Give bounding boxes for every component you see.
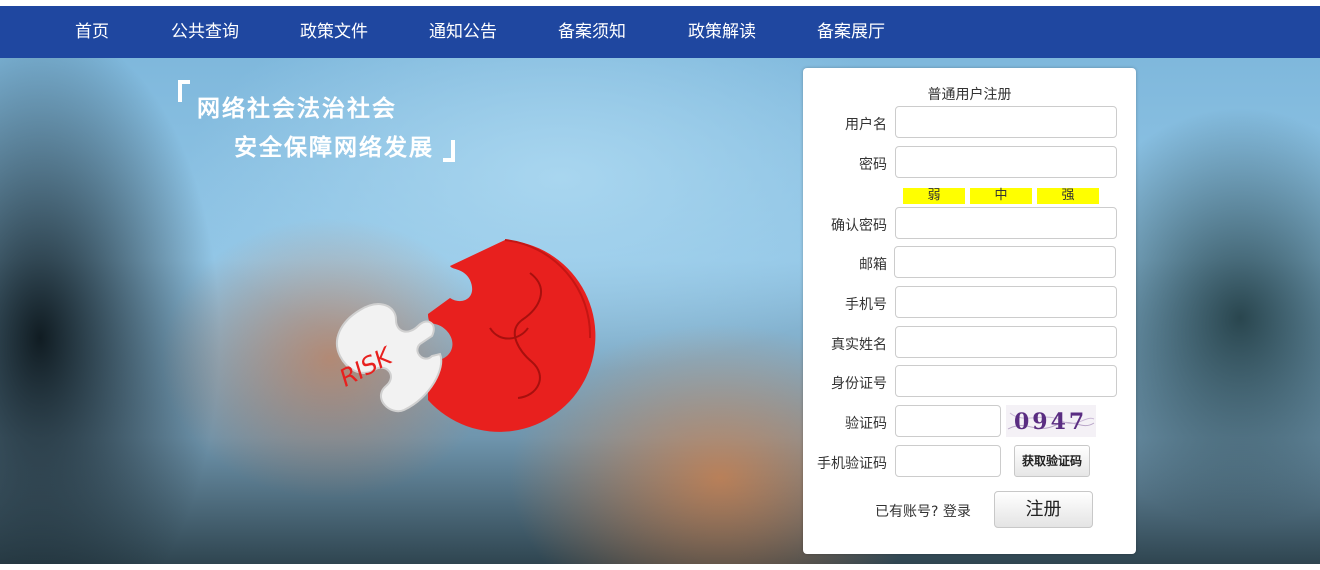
bottom-strip bbox=[0, 564, 1320, 570]
nav-item-filing-guide[interactable]: 备案须知 bbox=[558, 6, 626, 58]
id-number-label: 身份证号 bbox=[831, 376, 887, 392]
risk-puzzle-illustration: RISK bbox=[335, 239, 596, 432]
username-input[interactable] bbox=[895, 106, 1117, 138]
real-name-input[interactable] bbox=[895, 326, 1117, 358]
email-label: 邮箱 bbox=[859, 257, 887, 273]
slogan-open-bracket bbox=[178, 80, 190, 102]
phone-input[interactable] bbox=[895, 286, 1117, 318]
captcha-text: 0947 bbox=[1014, 409, 1087, 435]
real-name-label: 真实姓名 bbox=[831, 337, 887, 353]
main-nav: 首页 公共查询 政策文件 通知公告 备案须知 政策解读 备案展厅 bbox=[0, 6, 1320, 58]
puzzle-red-piece bbox=[428, 240, 596, 432]
slogan-line-2: 安全保障网络发展 bbox=[234, 135, 434, 161]
strength-strong: 强 bbox=[1037, 188, 1099, 204]
sms-code-input[interactable] bbox=[895, 445, 1001, 477]
confirm-password-input[interactable] bbox=[895, 207, 1117, 239]
captcha-image[interactable]: 0947 bbox=[1006, 405, 1096, 437]
nav-item-filing-hall[interactable]: 备案展厅 bbox=[817, 6, 885, 58]
nav-item-home[interactable]: 首页 bbox=[75, 6, 109, 58]
nav-item-notices[interactable]: 通知公告 bbox=[429, 6, 497, 58]
get-sms-code-button[interactable]: 获取验证码 bbox=[1014, 445, 1090, 477]
sms-code-label: 手机验证码 bbox=[817, 456, 887, 472]
password-input[interactable] bbox=[895, 146, 1117, 178]
strength-medium: 中 bbox=[970, 188, 1032, 204]
slogan-line-1: 网络社会法治社会 bbox=[197, 96, 397, 122]
captcha-input[interactable] bbox=[895, 405, 1001, 437]
username-label: 用户名 bbox=[845, 117, 887, 133]
email-input[interactable] bbox=[894, 246, 1116, 278]
nav-item-policy-documents[interactable]: 政策文件 bbox=[300, 6, 368, 58]
id-number-input[interactable] bbox=[895, 365, 1117, 397]
strength-weak: 弱 bbox=[903, 188, 965, 204]
register-button[interactable]: 注册 bbox=[994, 491, 1093, 528]
captcha-label: 验证码 bbox=[845, 416, 887, 432]
register-panel: 普通用户注册 用户名 密码 弱 中 强 确认密码 邮箱 手机号 真实姓名 身份证… bbox=[803, 68, 1136, 554]
slogan-close-bracket bbox=[443, 140, 455, 162]
phone-label: 手机号 bbox=[845, 297, 887, 313]
login-link[interactable]: 已有账号? 登录 bbox=[875, 501, 971, 521]
confirm-password-label: 确认密码 bbox=[831, 218, 887, 234]
password-label: 密码 bbox=[859, 157, 887, 173]
nav-item-public-query[interactable]: 公共查询 bbox=[171, 6, 239, 58]
nav-item-policy-interpretation[interactable]: 政策解读 bbox=[688, 6, 756, 58]
register-panel-title: 普通用户注册 bbox=[927, 87, 1012, 103]
